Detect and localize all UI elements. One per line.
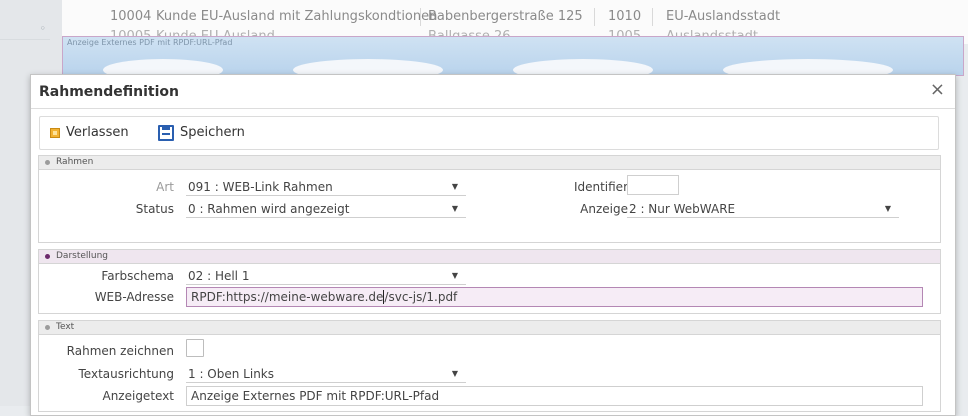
identifier-input[interactable] bbox=[627, 175, 679, 195]
anzeige-label: Anzeige bbox=[580, 202, 628, 216]
farbschema-select[interactable]: 02 : Hell 1 ▼ bbox=[186, 267, 466, 285]
section-text: Text Rahmen zeichnen Textausrichtung 1 :… bbox=[38, 320, 941, 412]
customer-city: EU-Auslandsstadt bbox=[666, 9, 781, 24]
rahmen-zeichnen-label: Rahmen zeichnen bbox=[66, 344, 174, 358]
background-sidebar-cell: ◦ bbox=[0, 22, 50, 40]
section-header-rahmen[interactable]: Rahmen bbox=[39, 156, 940, 170]
customer-id: 10004 bbox=[110, 9, 152, 24]
anzeigetext-label: Anzeigetext bbox=[102, 389, 174, 403]
frame-title: Anzeige Externes PDF mit RPDF:URL-Pfad bbox=[67, 38, 233, 47]
exit-door-icon bbox=[50, 128, 60, 138]
section-rahmen: Rahmen Art 091 : WEB-Link Rahmen ▼ Status… bbox=[38, 155, 941, 243]
chevron-down-icon: ▼ bbox=[451, 204, 458, 213]
chevron-down-icon: ▼ bbox=[451, 271, 458, 280]
customer-zip: 1010 bbox=[608, 9, 642, 24]
save-button[interactable]: Speichern bbox=[158, 124, 245, 142]
art-label: Art bbox=[156, 180, 174, 194]
collapse-dot-icon bbox=[45, 160, 50, 165]
chevron-down-icon: ▼ bbox=[451, 182, 458, 191]
collapse-dot-icon bbox=[45, 254, 50, 259]
title-divider bbox=[31, 108, 955, 109]
textausrichtung-select[interactable]: 1 : Oben Links ▼ bbox=[186, 365, 466, 383]
dialog-toolbar: Verlassen Speichern bbox=[39, 116, 939, 150]
identifier-label: Identifier bbox=[573, 180, 628, 194]
dialog-title: Rahmendefinition bbox=[39, 84, 179, 100]
anzeige-select[interactable]: 2 : Nur WebWARE ▼ bbox=[627, 200, 899, 218]
collapse-dot-icon bbox=[45, 325, 50, 330]
section-darstellung: Darstellung Farbschema 02 : Hell 1 ▼ WEB-… bbox=[38, 249, 941, 314]
status-label: Status bbox=[135, 202, 174, 216]
webadresse-label: WEB-Adresse bbox=[94, 290, 174, 304]
exit-button[interactable]: Verlassen bbox=[50, 124, 129, 142]
table-row[interactable]: 10004 Kunde EU-Ausland mit Zahlungskondt… bbox=[62, 6, 968, 28]
status-select[interactable]: 0 : Rahmen wird angezeigt ▼ bbox=[186, 200, 466, 218]
close-icon[interactable]: × bbox=[930, 81, 945, 99]
art-select[interactable]: 091 : WEB-Link Rahmen ▼ bbox=[186, 178, 466, 196]
chevron-down-icon: ▼ bbox=[884, 204, 891, 213]
section-header-darstellung[interactable]: Darstellung bbox=[39, 250, 940, 264]
customer-street: Babenbergerstraße 125 bbox=[428, 9, 583, 24]
webadresse-input[interactable]: RPDF:https://meine-webware.de/svc-js/1.p… bbox=[186, 287, 923, 307]
textausrichtung-label: Textausrichtung bbox=[78, 367, 174, 381]
section-header-text[interactable]: Text bbox=[39, 321, 940, 335]
background-pdf-frame[interactable]: Anzeige Externes PDF mit RPDF:URL-Pfad bbox=[62, 36, 964, 76]
frame-definition-dialog: Rahmendefinition × Verlassen Speichern R… bbox=[30, 74, 956, 416]
chevron-down-icon: ▼ bbox=[451, 369, 458, 378]
farbschema-label: Farbschema bbox=[101, 269, 174, 283]
customer-name: Kunde EU-Ausland mit Zahlungskondtionen bbox=[156, 9, 438, 24]
anzeigetext-input[interactable]: Anzeige Externes PDF mit RPDF:URL-Pfad bbox=[186, 386, 923, 406]
rahmen-zeichnen-checkbox[interactable] bbox=[186, 339, 204, 357]
floppy-disk-icon bbox=[158, 125, 174, 141]
